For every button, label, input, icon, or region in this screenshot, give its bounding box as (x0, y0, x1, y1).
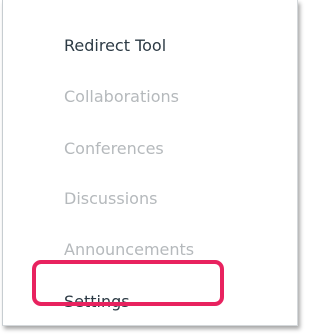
nav-item-discussions[interactable]: Discussions (64, 189, 157, 209)
nav-item-redirect-tool[interactable]: Redirect Tool (64, 36, 166, 56)
nav-item-announcements[interactable]: Announcements (64, 240, 194, 260)
nav-item-conferences[interactable]: Conferences (64, 139, 164, 159)
nav-item-collaborations[interactable]: Collaborations (64, 87, 179, 107)
settings-highlight-box (32, 260, 224, 306)
